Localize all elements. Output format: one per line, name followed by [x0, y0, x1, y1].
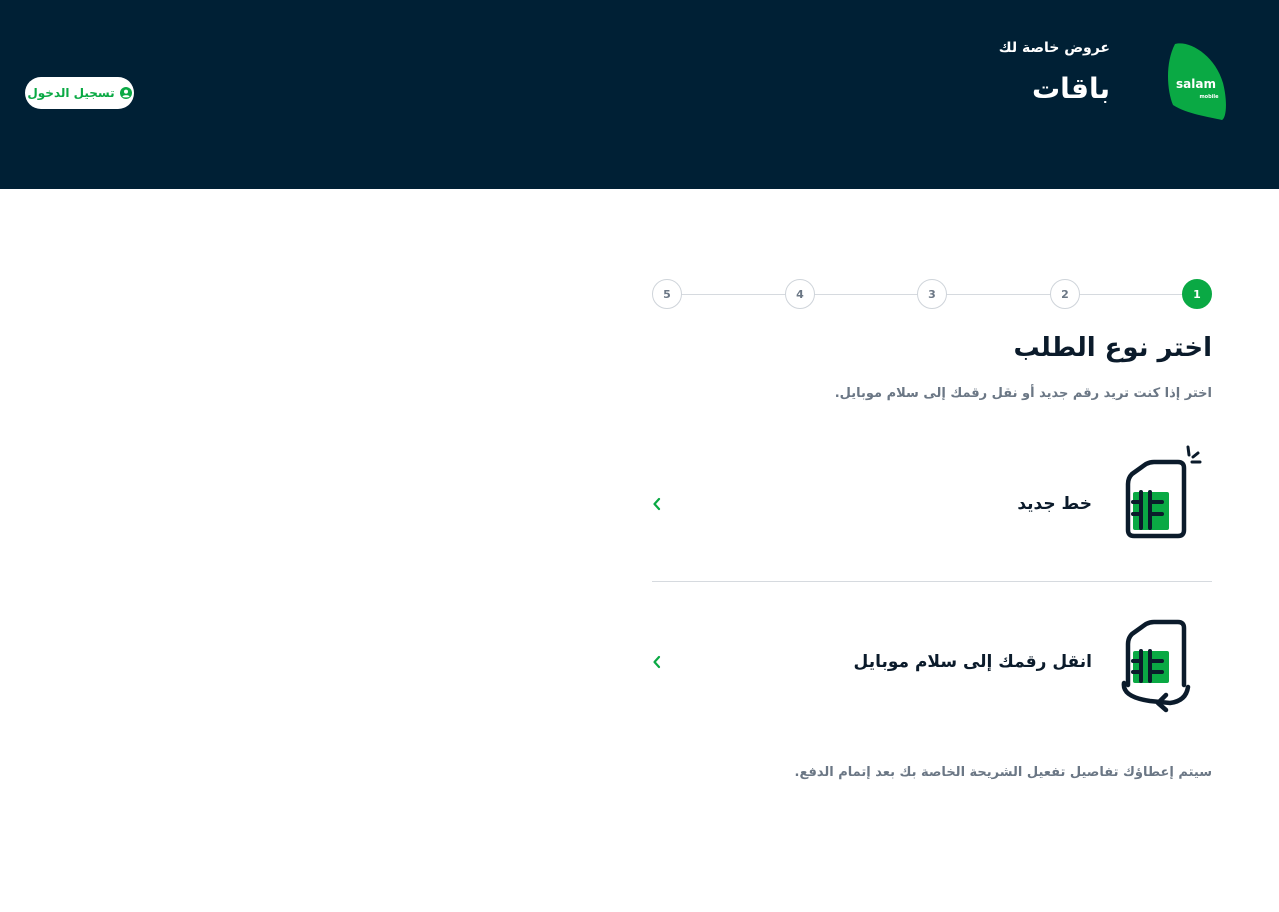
page-title: اختر نوع الطلب — [1013, 333, 1212, 363]
login-label: تسجيل الدخول — [27, 86, 115, 100]
step-2: 2 — [1050, 279, 1080, 309]
step-4: 4 — [785, 279, 815, 309]
user-icon — [119, 87, 132, 99]
salam-logo[interactable]: salam mobile — [1165, 41, 1227, 121]
login-button[interactable]: تسجيل الدخول — [25, 77, 134, 109]
option-new-line[interactable]: خط جديد — [652, 445, 1212, 559]
options-divider — [652, 581, 1212, 582]
logo-subtext: mobile — [1199, 94, 1219, 100]
step-5: 5 — [652, 279, 682, 309]
progress-stepper: 5 4 3 2 1 — [652, 279, 1212, 309]
step-1: 1 — [1182, 279, 1212, 309]
option-transfer-number[interactable]: انقل رقمك إلى سلام موبايل — [652, 607, 1212, 717]
activation-note: سيتم إعطاؤك تفاصيل تفعيل الشريحة الخاصة … — [794, 765, 1212, 780]
option-label: خط جديد — [1017, 494, 1092, 514]
step-3: 3 — [917, 279, 947, 309]
chevron-left-icon — [653, 497, 661, 511]
logo-text: salam — [1176, 77, 1216, 91]
transfer-sim-icon — [1121, 619, 1191, 713]
top-header: تسجيل الدخول عروض خاصة لك باقات salam mo… — [0, 0, 1279, 189]
chevron-left-icon — [653, 655, 661, 669]
option-label: انقل رقمك إلى سلام موبايل — [853, 652, 1092, 672]
header-title: باقات — [1031, 72, 1110, 105]
header-subtitle: عروض خاصة لك — [998, 40, 1110, 56]
new-sim-icon — [1125, 445, 1202, 539]
page-description: اختر إذا كنت تريد رقم جديد أو نقل رقمك إ… — [834, 386, 1212, 401]
